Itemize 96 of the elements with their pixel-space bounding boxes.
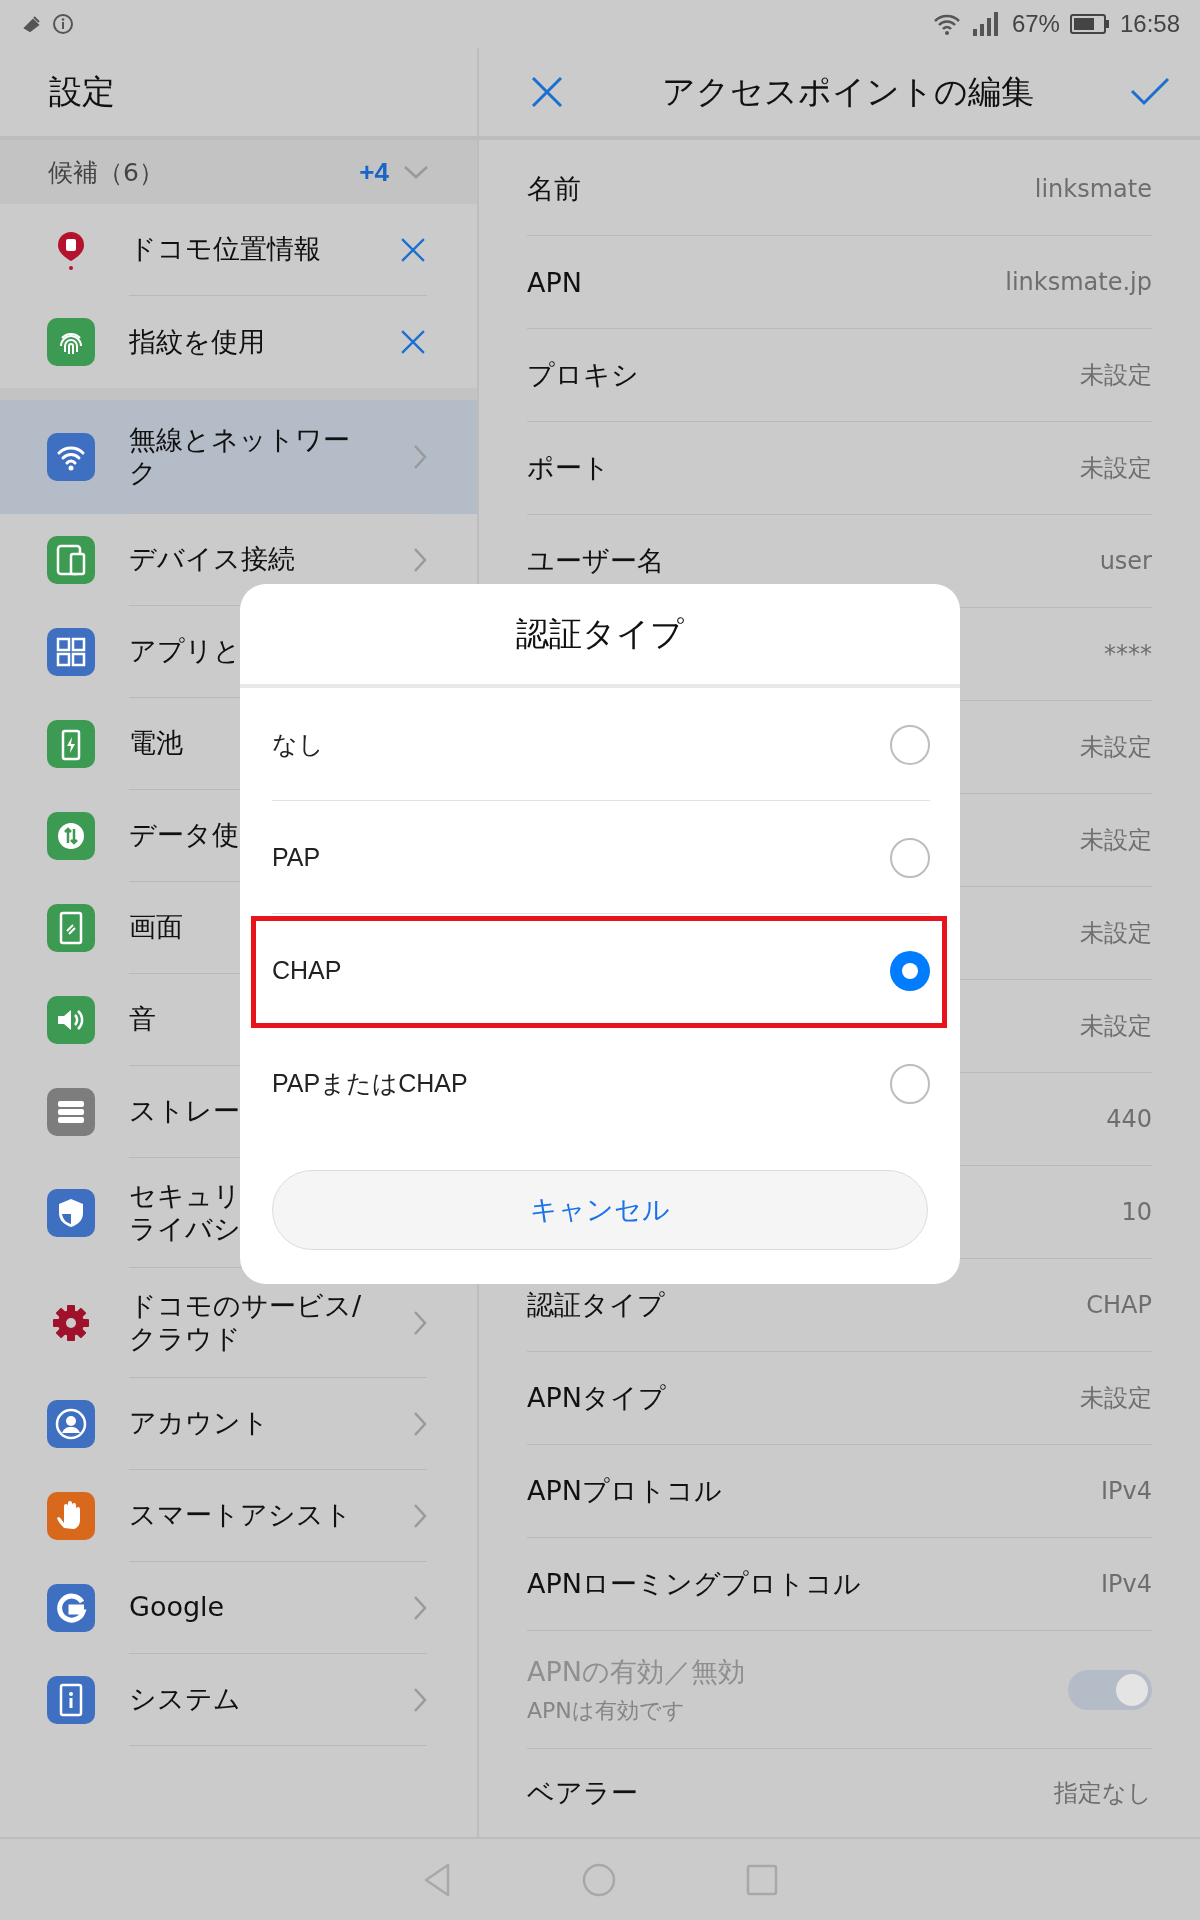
chevron-right-icon xyxy=(413,1309,427,1336)
chevron-right-icon xyxy=(413,1502,427,1529)
battery-percent: 67% xyxy=(1011,10,1060,38)
cancel-button[interactable]: キャンセル xyxy=(272,1170,928,1250)
field-label: ポート xyxy=(527,451,611,485)
field-label: 名前 xyxy=(527,172,582,206)
display-icon xyxy=(47,904,95,952)
home-icon[interactable] xyxy=(582,1862,616,1897)
field-label: APN xyxy=(527,266,583,298)
storage-icon xyxy=(47,1088,95,1136)
field-value: 440 xyxy=(1106,1105,1152,1133)
field-label: プロキシ xyxy=(527,358,640,392)
option-label[interactable]: PAP xyxy=(272,843,890,872)
field-label: ユーザー名 xyxy=(527,544,665,578)
chevron-right-icon xyxy=(413,1686,427,1713)
expand-chevron-icon[interactable] xyxy=(403,164,429,180)
field-value: IPv4 xyxy=(1100,1570,1152,1598)
field-value: 未設定 xyxy=(1080,1011,1152,1042)
field-value: linksmate.jp xyxy=(1005,268,1152,296)
clock: 16:58 xyxy=(1119,10,1180,38)
field-value: 未設定 xyxy=(1080,453,1152,484)
screen-title: アクセスポイントの編集 xyxy=(660,70,1035,113)
data-arrows-icon xyxy=(47,812,95,860)
radio-button[interactable] xyxy=(890,724,930,765)
settings-item[interactable]: ライバシ xyxy=(129,1212,241,1245)
radio-button[interactable] xyxy=(890,950,930,991)
option-label[interactable]: なし xyxy=(272,728,890,761)
suggestion-item[interactable]: 指紋を使用 xyxy=(129,325,265,359)
settings-item[interactable]: Google xyxy=(129,1591,225,1624)
settings-item[interactable]: 音 xyxy=(129,1003,156,1036)
settings-item[interactable]: ドコモのサービス/クラウド xyxy=(129,1290,367,1355)
field-value: **** xyxy=(1104,640,1152,668)
info-icon xyxy=(47,1676,95,1724)
devices-icon xyxy=(47,536,95,584)
close-icon[interactable] xyxy=(399,328,427,356)
field-label: APNローミングプロトコル xyxy=(527,1567,862,1601)
speaker-icon xyxy=(47,996,95,1044)
field-label: APNタイプ xyxy=(527,1381,667,1415)
option-label[interactable]: PAPまたはCHAP xyxy=(272,1067,890,1100)
field-value: 指定なし xyxy=(1054,1778,1152,1809)
chevron-right-icon xyxy=(413,546,427,573)
fingerprint-icon xyxy=(47,318,95,366)
field-label: APNプロトコル xyxy=(527,1474,723,1508)
shield-icon xyxy=(47,1189,95,1237)
field-value: 未設定 xyxy=(1080,918,1152,949)
hand-icon xyxy=(47,1492,95,1540)
back-icon[interactable] xyxy=(422,1861,452,1898)
settings-title: 設定 xyxy=(49,70,115,113)
selected-row[interactable]: 無線とネットワーク xyxy=(0,400,477,514)
settings-item[interactable]: デバイス接続 xyxy=(129,543,295,576)
wifi-icon xyxy=(47,433,95,481)
settings-item[interactable]: システム xyxy=(129,1683,241,1716)
close-x xyxy=(529,74,565,110)
radio-button[interactable] xyxy=(890,837,930,878)
settings-item[interactable]: アプリと xyxy=(129,635,241,668)
recents-icon[interactable] xyxy=(746,1863,778,1896)
field-value: 未設定 xyxy=(1080,825,1152,856)
chevron-right-icon xyxy=(413,1410,427,1437)
more-count: +4 xyxy=(359,156,389,188)
settings-item[interactable]: アカウント xyxy=(129,1407,269,1440)
suggestion-item[interactable]: ドコモ位置情報 xyxy=(129,233,321,266)
settings-item[interactable]: ストレー xyxy=(129,1095,240,1128)
radio-button[interactable] xyxy=(890,1063,930,1104)
field-value: 10 xyxy=(1121,1198,1152,1226)
field-value: 未設定 xyxy=(1080,732,1152,763)
g-letter-icon xyxy=(47,1584,95,1632)
field-value: CHAP xyxy=(1086,1291,1152,1319)
settings-item[interactable]: スマートアシスト xyxy=(129,1499,352,1532)
settings-item[interactable]: 画面 xyxy=(129,911,183,944)
battery-icon xyxy=(47,720,95,768)
info-icon xyxy=(52,13,74,35)
field-value: linksmate xyxy=(1034,175,1152,203)
battery-icon xyxy=(1069,13,1110,35)
notification-icon xyxy=(22,14,42,34)
field-value: user xyxy=(1099,547,1152,575)
toggle-label: APNの有効／無効 xyxy=(527,1654,746,1689)
field-value: 未設定 xyxy=(1080,360,1152,391)
settings-item[interactable]: セキュリ xyxy=(129,1180,241,1213)
option-label[interactable]: CHAP xyxy=(272,956,890,985)
field-label: 認証タイプ xyxy=(527,1288,666,1322)
settings-item[interactable]: 電池 xyxy=(129,727,183,760)
field-value: IPv4 xyxy=(1100,1477,1152,1505)
settings-item[interactable]: データ使 xyxy=(129,819,239,852)
dialog-title: 認証タイプ xyxy=(516,612,684,655)
apps-grid-icon xyxy=(47,628,95,676)
chevron-right-icon xyxy=(413,443,427,470)
suggestions-label: 候補（6） xyxy=(48,156,165,189)
toggle-caption: APNは有効です xyxy=(527,1696,686,1725)
field-label: ベアラー xyxy=(527,1776,639,1810)
dismiss-x xyxy=(399,328,427,356)
close-icon[interactable] xyxy=(529,74,565,110)
settings-item[interactable]: 無線とネットワーク xyxy=(129,424,367,489)
chevron-right-icon xyxy=(413,1594,427,1621)
field-value: 未設定 xyxy=(1080,1383,1152,1414)
check-icon[interactable] xyxy=(1130,77,1170,107)
person-icon xyxy=(47,1400,95,1448)
